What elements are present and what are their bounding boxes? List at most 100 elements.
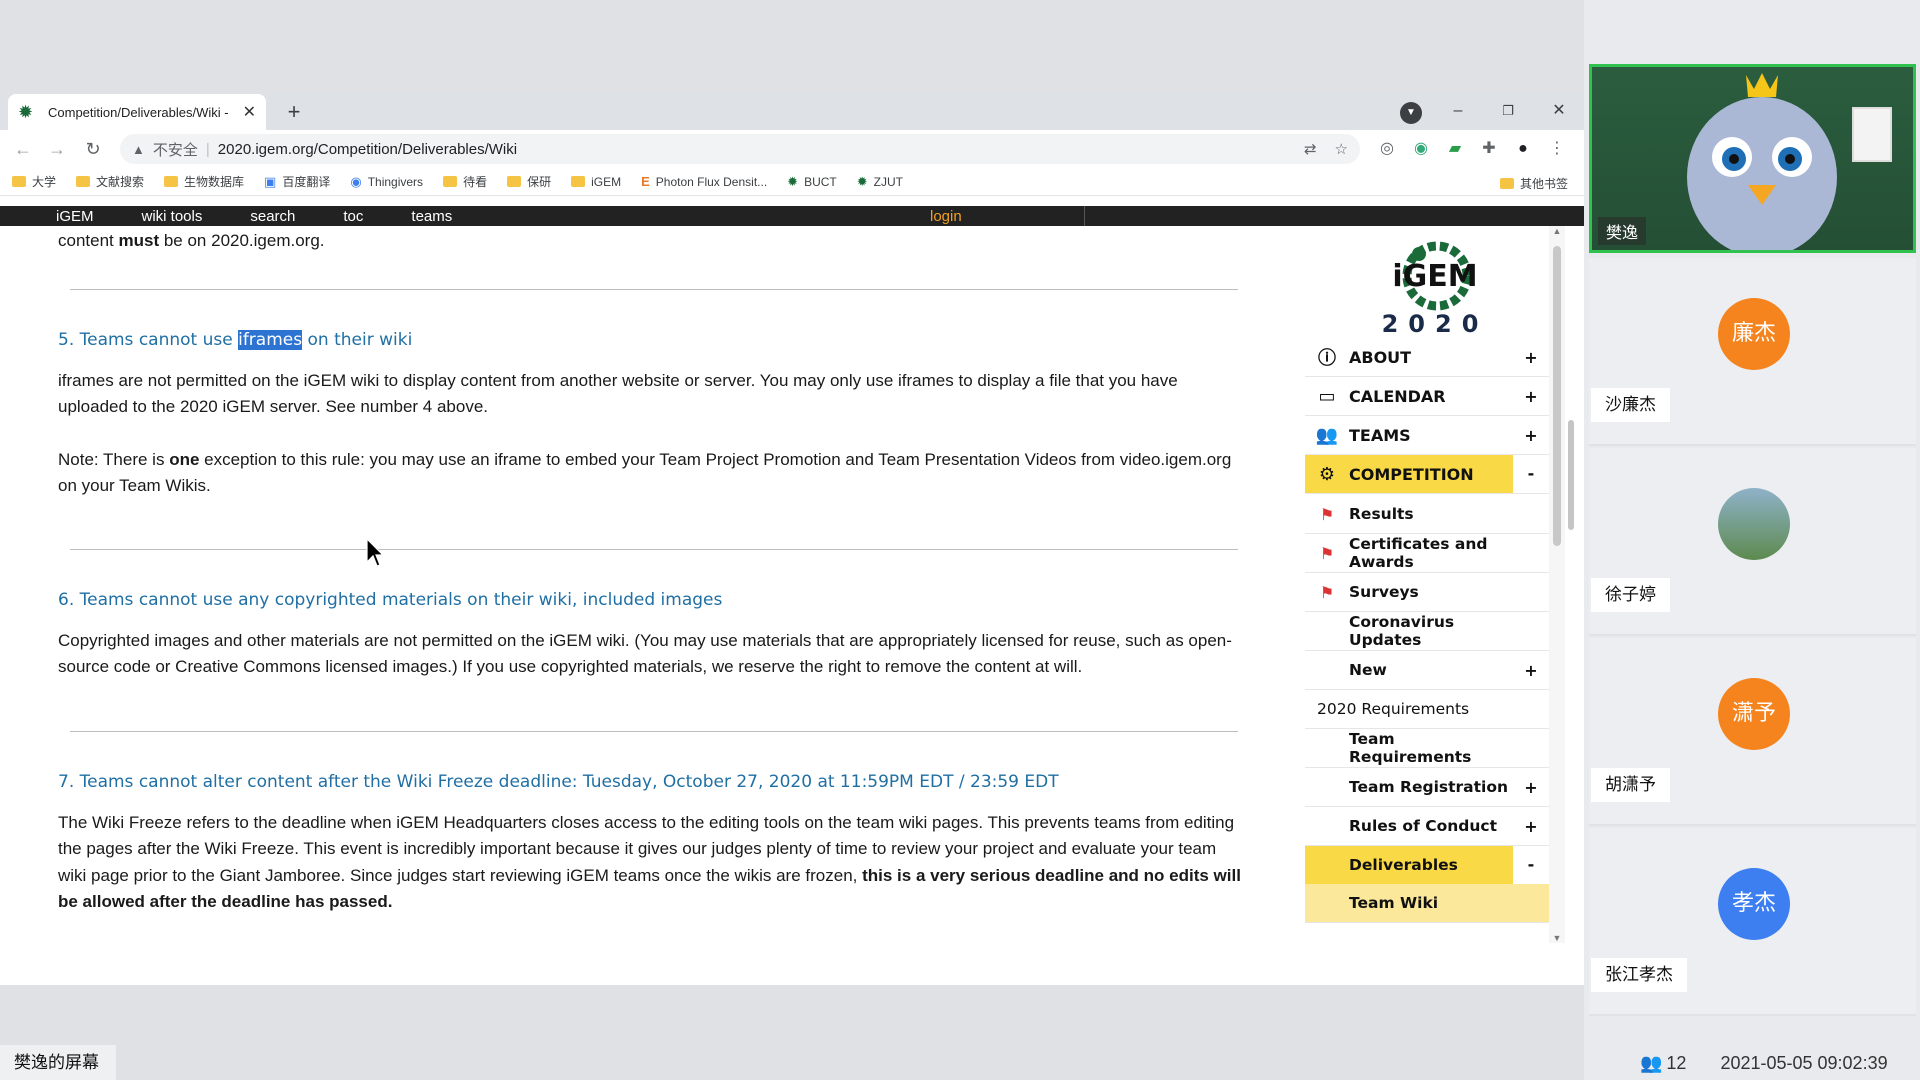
expand-toggle[interactable]: + — [1513, 387, 1549, 406]
profile-icon[interactable]: ● — [1512, 138, 1534, 160]
bookmark-label: Photon Flux Densit... — [655, 174, 768, 189]
address-bar[interactable]: ▲ 不安全 | 2020.igem.org/Competition/Delive… — [120, 134, 1360, 164]
participant-tile[interactable]: 廉杰 沙廉杰 — [1589, 258, 1916, 446]
page-scrollbar-thumb[interactable] — [1568, 420, 1574, 530]
minimize-icon[interactable]: – — [1443, 98, 1473, 124]
text-span: be on 2020.igem.org. — [159, 231, 325, 250]
sidebar-item-label: Rules of Conduct — [1349, 817, 1497, 835]
bookmark-item[interactable]: ✹ ZJUT — [857, 174, 903, 190]
sidebar-item-about[interactable]: ⓘ ABOUT + — [1305, 338, 1549, 376]
scroll-up-icon[interactable]: ▲ — [1549, 226, 1565, 236]
text-span: exception to this rule: you may use an i… — [58, 449, 1232, 496]
igem-gear-icon: ✹ — [787, 173, 799, 189]
participant-tile[interactable]: 孝杰 张江孝杰 — [1589, 828, 1916, 1016]
browser-tab[interactable]: ✹ Competition/Deliverables/Wiki - ✕ — [8, 94, 266, 130]
expand-toggle[interactable]: + — [1513, 348, 1549, 367]
sidebar-item-rules-of-conduct[interactable]: Rules of Conduct + — [1305, 807, 1549, 845]
participant-name: 沙廉杰 — [1591, 388, 1670, 422]
sidebar-item-team-registration[interactable]: Team Registration + — [1305, 768, 1549, 806]
close-window-icon[interactable]: ✕ — [1544, 98, 1574, 124]
back-icon[interactable]: ← — [10, 136, 36, 162]
bookmark-star-icon[interactable]: ☆ — [1335, 140, 1348, 158]
bookmark-item[interactable]: 生物数据库 — [164, 173, 244, 190]
expand-toggle[interactable]: + — [1513, 817, 1549, 836]
sidebar-item-coronavirus-updates[interactable]: Coronavirus Updates — [1305, 612, 1549, 650]
sidebar-item-team-requirements[interactable]: Team Requirements — [1305, 729, 1549, 767]
bookmark-item[interactable]: ▣ 百度翻译 — [264, 173, 330, 190]
extension-flag-icon[interactable]: ▰ — [1444, 138, 1466, 160]
folder-icon — [164, 176, 179, 187]
meeting-panel: 樊逸 廉杰 沙廉杰 徐子婷 潇予 胡潇予 孝杰 张江孝杰 👥 12 2021-0… — [1584, 0, 1920, 1080]
bookmark-item[interactable]: 保研 — [507, 173, 551, 190]
sidebar-item-certificates-and-awards[interactable]: ⚑ Certificates and Awards — [1305, 534, 1549, 572]
forward-icon[interactable]: → — [44, 136, 70, 162]
bookmark-item[interactable]: 文献搜索 — [76, 173, 144, 190]
expand-toggle[interactable]: + — [1513, 426, 1549, 445]
close-tab-icon[interactable]: ✕ — [243, 102, 256, 122]
tab-search-icon[interactable]: ▼ — [1400, 102, 1422, 124]
participant-count[interactable]: 👥 12 — [1640, 1053, 1686, 1074]
scroll-down-icon[interactable]: ▼ — [1549, 933, 1565, 943]
translate-icon[interactable]: ⇄ — [1304, 140, 1317, 158]
nav-search[interactable]: search — [250, 208, 295, 225]
avatar: 廉杰 — [1718, 298, 1790, 370]
sidebar-item-calendar[interactable]: ▭ CALENDAR + — [1305, 377, 1549, 415]
scrollbar-thumb[interactable] — [1553, 246, 1561, 546]
extension-globe-icon[interactable]: ◉ — [1410, 138, 1432, 160]
sidebar-item-competition[interactable]: ⚙ COMPETITION - — [1305, 455, 1549, 493]
nav-toc[interactable]: toc — [343, 208, 363, 225]
sidebar-scrollbar[interactable]: ▲ ▼ — [1549, 226, 1565, 943]
expand-toggle[interactable]: - — [1513, 846, 1549, 884]
active-speaker-video[interactable]: 樊逸 — [1589, 64, 1916, 253]
extensions-puzzle-icon[interactable]: ✚ — [1478, 138, 1500, 160]
section-heading-7: 7. Teams cannot alter content after the … — [58, 771, 1059, 792]
igem-sidebar: iGEM 2020 ⓘ ABOUT + ▭ CALENDAR + 👥 TEAMS + ⚙ COMPE… — [1305, 226, 1549, 943]
participant-count-value: 12 — [1666, 1052, 1687, 1073]
bookmark-label: 生物数据库 — [184, 175, 245, 189]
other-bookmarks-label: 其他书签 — [1519, 177, 1568, 191]
sidebar-item-label: Team Wiki — [1349, 894, 1439, 912]
bookmark-label: BUCT — [804, 174, 837, 189]
expand-toggle[interactable]: - — [1513, 455, 1549, 493]
folder-icon — [12, 176, 26, 187]
bookmark-label: 百度翻译 — [282, 175, 331, 189]
participant-tile[interactable]: 潇予 胡潇予 — [1589, 638, 1916, 826]
bookmark-label: 大学 — [32, 175, 57, 189]
nav-wiki-tools[interactable]: wiki tools — [142, 208, 203, 225]
sidebar-item-surveys[interactable]: ⚑ Surveys — [1305, 573, 1549, 611]
login-link[interactable]: login — [930, 208, 962, 225]
sidebar-item-deliverables[interactable]: Deliverables - — [1305, 846, 1549, 884]
menu-dots-icon[interactable]: ⋮ — [1546, 138, 1568, 160]
nav-teams[interactable]: teams — [411, 208, 452, 225]
expand-toggle[interactable]: + — [1513, 661, 1549, 680]
svg-text:2020: 2020 — [1382, 310, 1489, 338]
url-text[interactable]: 2020.igem.org/Competition/Deliverables/W… — [218, 141, 517, 158]
bookmark-item[interactable]: 大学 — [12, 173, 56, 190]
bookmark-item[interactable]: ◉ Thingivers — [350, 174, 423, 190]
sidebar-item-label: Deliverables — [1349, 856, 1458, 874]
folder-icon — [1499, 178, 1514, 189]
nav-igem[interactable]: iGEM — [56, 208, 94, 225]
other-bookmarks[interactable]: 其他书签 — [1499, 175, 1568, 192]
extension-icon[interactable]: ◎ — [1376, 138, 1398, 160]
sidebar-item-2020-requirements[interactable]: 2020 Requirements — [1305, 690, 1549, 728]
new-tab-button[interactable]: + — [280, 99, 308, 127]
folder-icon — [571, 176, 586, 187]
sidebar-item-results[interactable]: ⚑ Results — [1305, 495, 1549, 533]
bookmark-item[interactable]: ✹ BUCT — [787, 174, 837, 190]
bookmark-label: 待看 — [463, 175, 488, 189]
bookmark-item[interactable]: 待看 — [443, 173, 487, 190]
participant-tile[interactable]: 徐子婷 — [1589, 448, 1916, 636]
reload-icon[interactable]: ↻ — [80, 136, 106, 162]
expand-toggle[interactable]: + — [1513, 778, 1549, 797]
bookmark-item[interactable]: iGEM — [571, 175, 621, 189]
sidebar-item-new[interactable]: New + — [1305, 651, 1549, 689]
restore-icon[interactable]: ❐ — [1493, 98, 1523, 124]
meeting-timestamp: 2021-05-05 09:02:39 — [1720, 1052, 1888, 1073]
menu-divider — [1305, 922, 1549, 923]
sidebar-item-team-wiki[interactable]: Team Wiki — [1305, 884, 1549, 922]
sidebar-item-teams[interactable]: 👥 TEAMS + — [1305, 416, 1549, 454]
tab-strip: ✹ Competition/Deliverables/Wiki - ✕ + ▼ … — [0, 92, 1584, 130]
sidebar-item-label: 2020 Requirements — [1317, 700, 1470, 718]
bookmark-item[interactable]: E Photon Flux Densit... — [641, 174, 767, 189]
